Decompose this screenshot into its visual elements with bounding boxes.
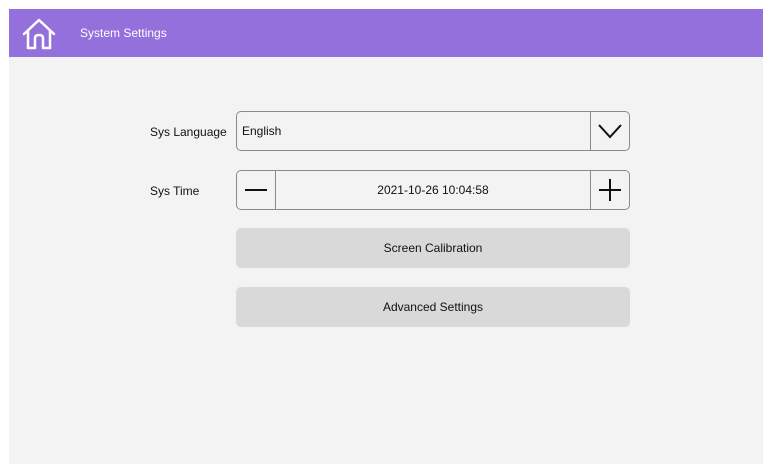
language-select[interactable]: English [236, 111, 630, 151]
chevron-down-icon [598, 124, 622, 139]
settings-screen: System Settings Sys Language English Sys… [9, 9, 763, 464]
time-value: 2021-10-26 10:04:58 [377, 183, 489, 197]
advanced-settings-button[interactable]: Advanced Settings [236, 287, 630, 327]
time-stepper: 2021-10-26 10:04:58 [236, 170, 630, 210]
screen-calibration-button[interactable]: Screen Calibration [236, 228, 630, 268]
home-icon [22, 18, 56, 50]
header-bar: System Settings [9, 9, 763, 57]
language-label: Sys Language [150, 125, 227, 139]
time-decrement-button[interactable] [237, 171, 276, 209]
home-button[interactable] [19, 14, 59, 54]
minus-icon [245, 189, 267, 191]
language-dropdown-button[interactable] [591, 112, 629, 150]
page-title: System Settings [80, 26, 167, 40]
language-value: English [242, 124, 282, 138]
plus-icon [599, 179, 621, 201]
time-label: Sys Time [150, 184, 200, 198]
time-increment-button[interactable] [590, 171, 629, 209]
